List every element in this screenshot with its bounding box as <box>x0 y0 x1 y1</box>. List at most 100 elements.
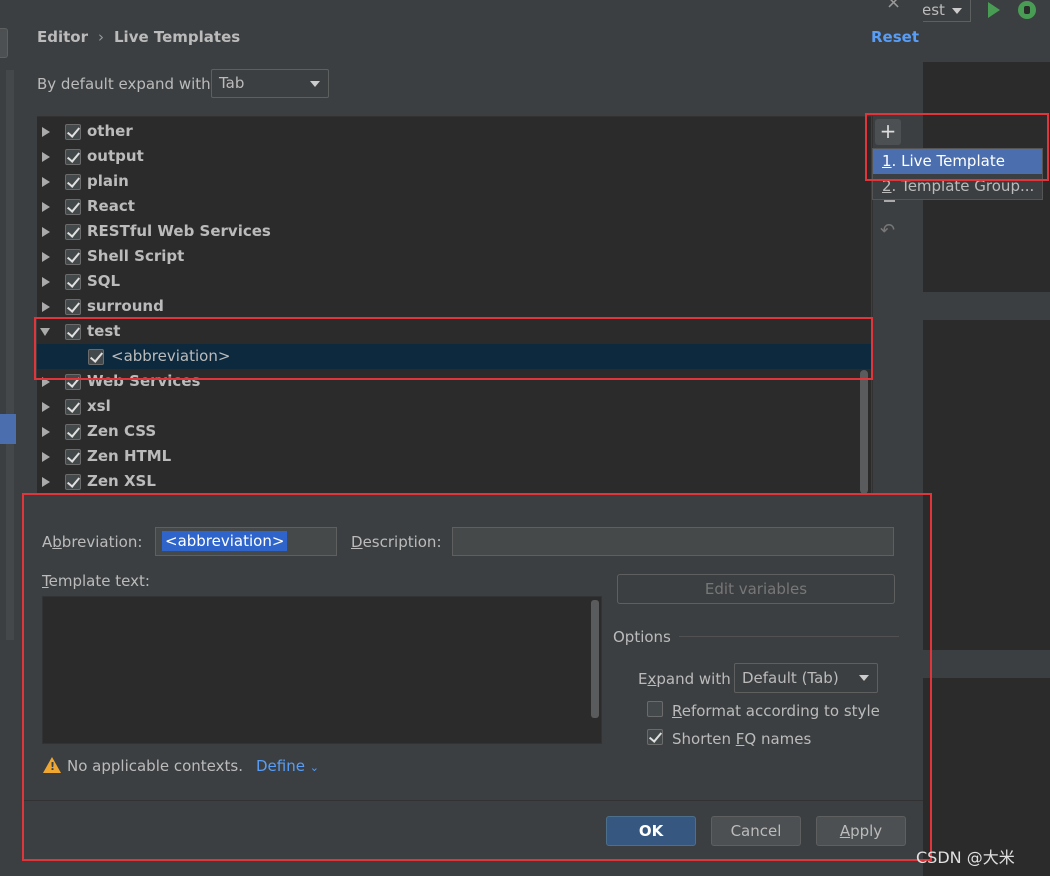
warning-mark: ! <box>50 760 56 773</box>
undo-icon[interactable]: ↶ <box>880 220 895 241</box>
group-label: test <box>87 322 121 340</box>
chevron-down-icon <box>310 81 320 87</box>
group-checkbox[interactable] <box>65 474 81 490</box>
debug-icon[interactable] <box>1018 1 1036 19</box>
breadcrumb-editor[interactable]: Editor <box>37 28 88 46</box>
abbreviation-label: Abbreviation: <box>42 533 142 551</box>
group-checkbox[interactable] <box>65 324 81 340</box>
group-label: output <box>87 147 144 165</box>
ok-button[interactable]: OK <box>606 816 696 846</box>
expand-arrow-icon[interactable] <box>42 202 50 212</box>
define-link[interactable]: Define ⌄ <box>256 757 319 775</box>
menu-item-mnemonic: 2 <box>882 177 892 195</box>
group-label: Zen CSS <box>87 422 157 440</box>
group-checkbox[interactable] <box>65 124 81 140</box>
ide-left-button[interactable] <box>0 28 8 58</box>
shorten-fq-checkbox[interactable] <box>647 729 663 745</box>
chevron-down-icon <box>859 675 869 681</box>
menu-item-live-template[interactable]: 1. Live Template <box>873 149 1042 174</box>
tree-template-abbreviation[interactable]: <abbreviation> <box>37 344 871 369</box>
tree-group-restful[interactable]: RESTful Web Services <box>37 219 871 244</box>
label-part: eformat according to style <box>681 702 880 720</box>
tree-group-surround[interactable]: surround <box>37 294 871 319</box>
group-checkbox[interactable] <box>65 274 81 290</box>
tree-group-react[interactable]: React <box>37 194 871 219</box>
label-mnemonic: A <box>839 822 851 840</box>
group-label: React <box>87 197 135 215</box>
group-checkbox[interactable] <box>65 174 81 190</box>
breadcrumb: Editor › Live Templates <box>37 28 240 46</box>
apply-button[interactable]: Apply <box>816 816 906 846</box>
group-label: RESTful Web Services <box>87 222 271 240</box>
group-label: surround <box>87 297 164 315</box>
expand-arrow-icon[interactable] <box>42 227 50 237</box>
template-checkbox[interactable] <box>88 349 104 365</box>
expand-arrow-icon[interactable] <box>42 127 50 137</box>
group-checkbox[interactable] <box>65 374 81 390</box>
group-checkbox[interactable] <box>65 249 81 265</box>
edit-variables-button[interactable]: Edit variables <box>617 574 895 604</box>
description-input[interactable] <box>452 527 894 556</box>
collapse-arrow-icon[interactable] <box>40 328 50 336</box>
reformat-checkbox[interactable] <box>647 701 663 717</box>
expand-arrow-icon[interactable] <box>42 427 50 437</box>
label-part: breviation: <box>61 533 143 551</box>
expand-with-label: Expand with <box>638 670 731 688</box>
reset-link[interactable]: Reset <box>871 28 919 46</box>
label-part: pply <box>850 822 883 840</box>
expand-arrow-icon[interactable] <box>42 477 50 487</box>
cancel-button[interactable]: Cancel <box>711 816 801 846</box>
ide-left-scrollbar[interactable] <box>6 70 14 640</box>
group-checkbox[interactable] <box>65 424 81 440</box>
group-checkbox[interactable] <box>65 149 81 165</box>
chevron-down-icon: ⌄ <box>309 761 319 774</box>
expand-arrow-icon[interactable] <box>42 402 50 412</box>
tree-group-test[interactable]: test <box>37 319 871 344</box>
expand-arrow-icon[interactable] <box>42 452 50 462</box>
label-mnemonic: R <box>672 702 682 720</box>
chevron-down-icon <box>952 8 962 14</box>
tree-group-zen-html[interactable]: Zen HTML <box>37 444 871 469</box>
group-label: xsl <box>87 397 111 415</box>
label-mnemonic: D <box>351 533 363 551</box>
tree-scrollbar-thumb[interactable] <box>860 370 868 494</box>
expand-arrow-icon[interactable] <box>42 177 50 187</box>
expand-arrow-icon[interactable] <box>42 152 50 162</box>
expand-with-select[interactable]: Default (Tab) <box>734 663 878 693</box>
group-checkbox[interactable] <box>65 224 81 240</box>
group-checkbox[interactable] <box>65 449 81 465</box>
tree-group-plain[interactable]: plain <box>37 169 871 194</box>
abbreviation-input[interactable]: <abbreviation> <box>155 527 337 556</box>
tree-group-xsl[interactable]: xsl <box>37 394 871 419</box>
expand-arrow-icon[interactable] <box>42 277 50 287</box>
template-text-label: Template text: <box>42 572 150 590</box>
template-text-editor[interactable] <box>42 596 602 744</box>
expand-arrow-icon[interactable] <box>42 377 50 387</box>
group-checkbox[interactable] <box>65 199 81 215</box>
label-mnemonic: T <box>42 572 49 590</box>
ide-right-panel <box>923 0 1050 876</box>
tree-group-zen-xsl[interactable]: Zen XSL <box>37 469 871 494</box>
tree-group-zen-css[interactable]: Zen CSS <box>37 419 871 444</box>
group-label: Zen XSL <box>87 472 156 490</box>
menu-item-template-group[interactable]: 2. Template Group... <box>873 174 1042 199</box>
expand-arrow-icon[interactable] <box>42 302 50 312</box>
group-checkbox[interactable] <box>65 299 81 315</box>
remove-icon[interactable] <box>884 200 895 202</box>
group-label: other <box>87 122 133 140</box>
default-expand-select[interactable]: Tab <box>211 69 329 98</box>
options-separator <box>679 636 899 637</box>
expand-arrow-icon[interactable] <box>42 252 50 262</box>
tree-group-other[interactable]: other <box>37 119 871 144</box>
tree-group-output[interactable]: output <box>37 144 871 169</box>
run-icon[interactable] <box>988 2 1000 18</box>
group-checkbox[interactable] <box>65 399 81 415</box>
ide-left-selection <box>0 414 16 444</box>
tree-group-shell-script[interactable]: Shell Script <box>37 244 871 269</box>
tree-group-sql[interactable]: SQL <box>37 269 871 294</box>
template-text-scrollbar[interactable] <box>591 600 599 718</box>
tree-group-web-services[interactable]: Web Services <box>37 369 871 394</box>
ide-tab-bar <box>923 28 1050 62</box>
add-icon[interactable]: + <box>875 119 901 145</box>
close-icon[interactable]: × <box>886 0 901 13</box>
